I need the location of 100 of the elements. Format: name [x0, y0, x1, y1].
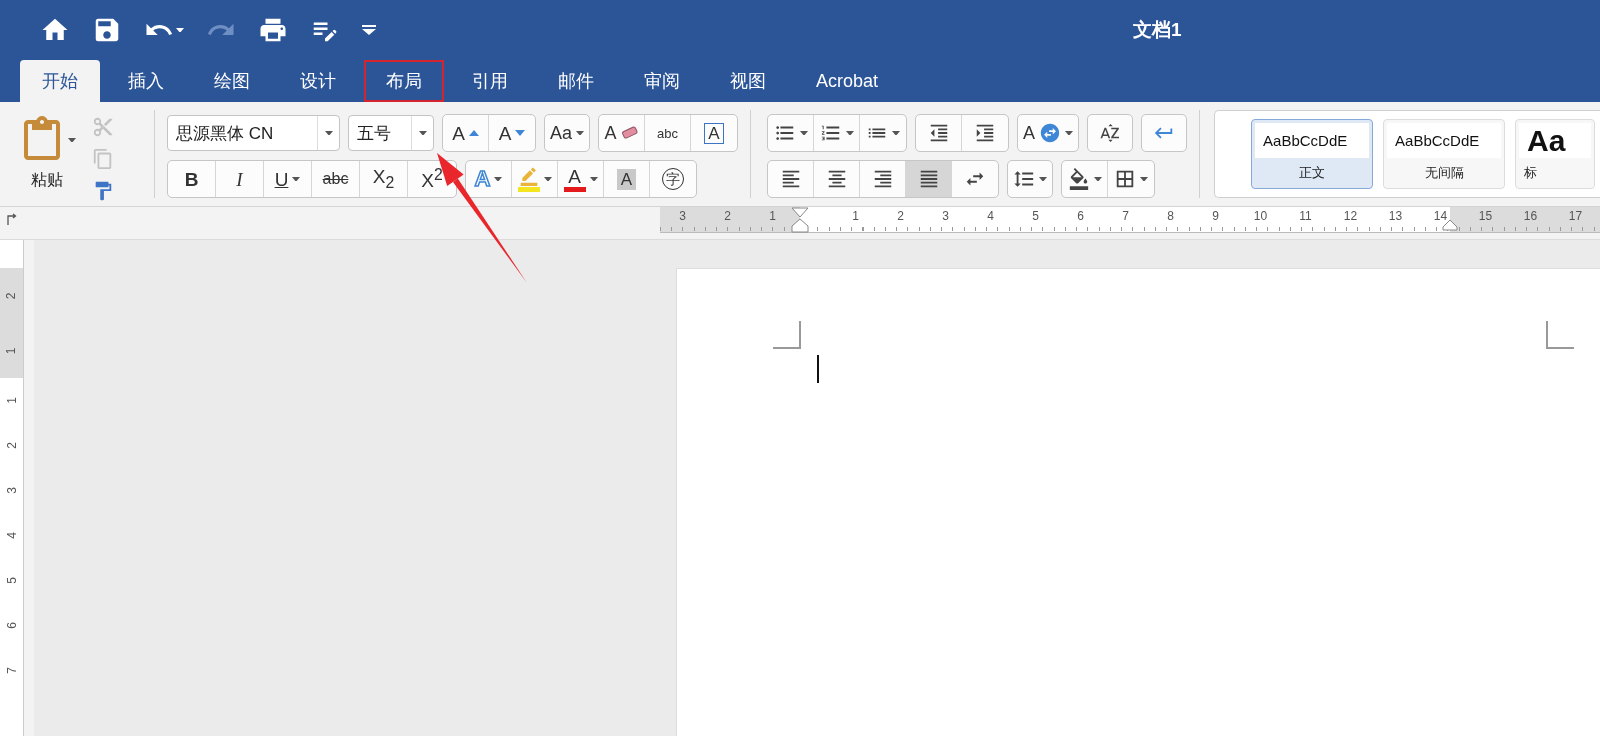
sort-icon	[1099, 122, 1122, 144]
caret-icon	[1065, 130, 1074, 136]
ruler-number: 1	[3, 397, 20, 404]
caret-icon	[68, 137, 76, 143]
bold-button[interactable]: B	[168, 161, 216, 197]
ribbon-tab[interactable]: 视图	[708, 60, 788, 102]
phonetic-button[interactable]: abc	[645, 115, 692, 151]
margin-corner-mark	[773, 321, 801, 349]
font-size-field[interactable]: 五号	[348, 115, 434, 151]
indent-marker-icon[interactable]	[1442, 219, 1458, 231]
caret-icon	[1093, 176, 1102, 182]
sub-button[interactable]: X$_{2}$	[360, 161, 408, 197]
text-cursor	[817, 355, 819, 383]
triangle-down-icon	[515, 130, 526, 136]
font-name-field[interactable]: 思源黑体 CN	[167, 115, 340, 151]
ruler-number: 6	[1076, 208, 1085, 225]
ruler-number: 7	[1121, 208, 1130, 225]
strike-button[interactable]: abc	[312, 161, 360, 197]
scissors-icon	[92, 116, 114, 138]
case-button[interactable]: Aa	[544, 114, 591, 152]
ruler-number: 1	[851, 208, 860, 225]
paste-button[interactable]: 粘贴	[14, 112, 80, 195]
ribbon-tab[interactable]: 布局	[364, 60, 444, 102]
ruler-number: 9	[1211, 208, 1220, 225]
grow-button[interactable]: A	[443, 115, 489, 151]
ruler-number: 1	[4, 347, 19, 354]
ruler-number: 3	[941, 208, 950, 225]
ruler-number: 17	[1567, 208, 1584, 225]
caret-icon	[543, 176, 552, 182]
ribbon-tab[interactable]: 邮件	[536, 60, 616, 102]
margin-corner-mark	[1546, 321, 1574, 349]
spacing-button[interactable]	[1007, 160, 1054, 198]
ribbon-tab[interactable]: 审阅	[622, 60, 702, 102]
ribbon-tab[interactable]: 引用	[450, 60, 530, 102]
triangle-up-icon	[468, 130, 479, 136]
caret-icon	[324, 130, 333, 136]
ruler-number: 4	[986, 208, 995, 225]
ruler-number: 4	[3, 532, 20, 539]
ribbon-tab[interactable]: 设计	[278, 60, 358, 102]
justify-button[interactable]	[906, 161, 953, 197]
arrows-icon	[1039, 122, 1062, 144]
boxed-button[interactable]: A	[691, 115, 738, 151]
caret-icon	[362, 25, 376, 35]
ruler-number: 13	[1387, 208, 1404, 225]
ruler-number: 16	[1522, 208, 1539, 225]
direction-button[interactable]: A	[1017, 114, 1080, 152]
clear-button[interactable]: A	[599, 115, 646, 151]
caret-icon	[1140, 176, 1149, 182]
ruler-number: 7	[3, 667, 20, 674]
indent-marker-icon[interactable]	[791, 207, 809, 233]
style-name: 正文	[1298, 164, 1327, 182]
style-card[interactable]: AaBbCcDdE 正文	[1251, 119, 1374, 189]
shading-button[interactable]: A	[604, 161, 650, 197]
enclose-button[interactable]: 字	[650, 161, 696, 197]
caret-icon	[494, 176, 503, 182]
caret-icon	[176, 27, 184, 33]
marks-button[interactable]	[1141, 114, 1188, 152]
window-title: 文档1	[1133, 18, 1182, 42]
underline-button[interactable]: U	[264, 161, 312, 197]
style-preview: AaBbCcDdE	[1255, 123, 1370, 158]
tab-stop-icon[interactable]	[7, 213, 17, 225]
ruler-number: 2	[3, 442, 20, 449]
eraser-icon	[620, 126, 639, 140]
ribbon-tab[interactable]: 插入	[106, 60, 186, 102]
ruler-number: 15	[1477, 208, 1494, 225]
ruler-number: 2	[4, 292, 19, 299]
style-preview: AaBbCcDdE	[1387, 123, 1502, 158]
italic-button[interactable]: I	[216, 161, 264, 197]
caret-icon	[1039, 176, 1048, 182]
ruler-number: 14	[1432, 208, 1449, 225]
ruler-number: 2	[723, 208, 732, 225]
ruler-number: 5	[1031, 208, 1040, 225]
ruler-number: 6	[3, 622, 20, 629]
ruler-number: 8	[1166, 208, 1175, 225]
ruler-number: 5	[3, 577, 20, 584]
ruler-number: 10	[1252, 208, 1269, 225]
customize-button[interactable]	[360, 23, 378, 37]
caret-icon	[576, 130, 585, 136]
ruler-number: 11	[1298, 208, 1313, 225]
ribbon-tab[interactable]: 开始	[20, 60, 100, 102]
style-name: 标	[1523, 164, 1539, 182]
ruler-number: 3	[678, 208, 687, 225]
style-card[interactable]: Aa 标	[1515, 119, 1596, 189]
sort-button[interactable]	[1087, 114, 1134, 152]
shrink-button[interactable]: A	[489, 115, 535, 151]
caret-icon	[892, 130, 901, 136]
ribbon-tab[interactable]: 绘图	[192, 60, 272, 102]
ruler-number: 12	[1342, 208, 1359, 225]
caret-icon	[845, 130, 854, 136]
font-color-button[interactable]: A	[558, 161, 604, 197]
ruler-number: 2	[896, 208, 905, 225]
sup-button[interactable]: X$^{2}$	[408, 161, 456, 197]
caret-icon	[292, 176, 301, 182]
paint-bucket-icon	[1067, 168, 1090, 190]
style-preview: Aa	[1519, 123, 1592, 158]
style-card[interactable]: AaBbCcDdE 无间隔	[1383, 119, 1506, 189]
caret-icon	[418, 130, 427, 136]
ruler-number: 3	[3, 487, 20, 494]
caret-icon	[799, 130, 808, 136]
ribbon-tab[interactable]: Acrobat	[794, 60, 901, 102]
